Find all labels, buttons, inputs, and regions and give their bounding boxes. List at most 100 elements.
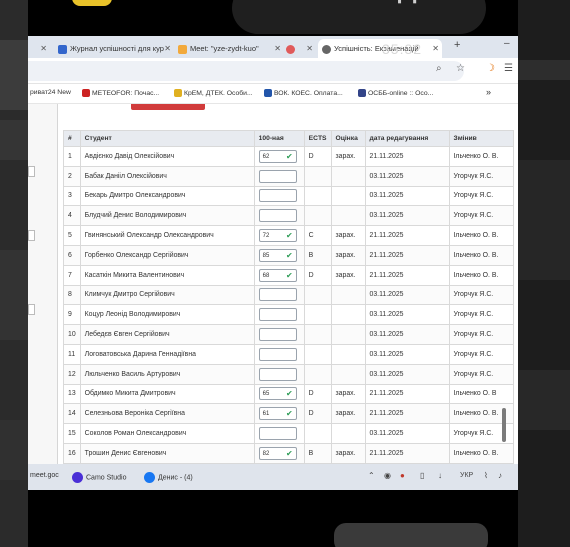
- score-cell[interactable]: [253, 363, 305, 385]
- student-name[interactable]: Соколов Роман Олександрович: [79, 423, 255, 444]
- tray-app-red-icon[interactable]: ●: [400, 471, 405, 480]
- student-name[interactable]: Лебедєв Євген Сергійович: [79, 324, 255, 345]
- tab-meet[interactable]: Meet: "yze-zydt-kuo" ✕: [178, 39, 284, 58]
- tab-grades[interactable]: Успішність: Екзаменацій ✕: [318, 39, 442, 58]
- col-ects[interactable]: ECTS: [303, 130, 332, 147]
- bookmark-osbb[interactable]: ОСББ-online :: Осо...: [358, 89, 433, 97]
- close-icon[interactable]: ✕: [306, 39, 313, 58]
- stop-icon[interactable]: ■: [432, 0, 458, 4]
- minimize-button[interactable]: –: [504, 38, 510, 49]
- score-cell[interactable]: 65 ✔: [253, 383, 305, 405]
- bottom-card[interactable]: [334, 523, 488, 547]
- score-input[interactable]: 72 ✔: [258, 229, 297, 243]
- student-name[interactable]: Трошин Денис Євгенович: [79, 442, 255, 464]
- score-input[interactable]: [258, 347, 297, 361]
- score-input[interactable]: 61 ✔: [258, 407, 297, 421]
- pause-icon[interactable]: ❙❙: [392, 0, 422, 4]
- col-score[interactable]: 100-ная: [253, 130, 305, 147]
- score-cell[interactable]: [253, 304, 305, 326]
- tab-previous[interactable]: ✕: [32, 39, 50, 58]
- score-input[interactable]: [258, 209, 297, 223]
- score-cell[interactable]: 82 ✔: [253, 442, 305, 464]
- score-input[interactable]: [258, 427, 297, 441]
- student-name[interactable]: Бабак Данііл Олексійович: [79, 165, 255, 187]
- score-cell[interactable]: 62 ✔: [253, 146, 305, 167]
- bookmark-privat[interactable]: риват24 New: [30, 89, 71, 96]
- wifi-icon[interactable]: ⌇: [484, 471, 488, 480]
- student-name[interactable]: Касаткін Микита Валентинович: [79, 264, 255, 286]
- score-cell[interactable]: [253, 205, 305, 227]
- bookmark-dtek[interactable]: КрЕМ, ДТЕК. Особи...: [174, 89, 253, 97]
- tray-app-icon[interactable]: ◉: [384, 471, 391, 480]
- tray-chevron-icon[interactable]: ⌃: [368, 471, 375, 480]
- more-bookmarks-icon[interactable]: »: [486, 87, 491, 97]
- score-input[interactable]: 85 ✔: [258, 248, 297, 262]
- close-icon[interactable]: ✕: [432, 39, 439, 58]
- score-cell[interactable]: 85 ✔: [253, 244, 305, 266]
- col-changed-by[interactable]: Змінив: [448, 130, 514, 147]
- score-input[interactable]: 65 ✔: [258, 387, 297, 401]
- score-cell[interactable]: [253, 423, 305, 444]
- tray-battery-icon[interactable]: ▯: [420, 471, 424, 480]
- score-input[interactable]: [258, 169, 297, 183]
- close-icon[interactable]: ✕: [274, 39, 281, 58]
- close-icon[interactable]: ✕: [164, 39, 171, 58]
- new-tab-button[interactable]: +: [454, 39, 460, 51]
- bookmark-koes[interactable]: ВОК. КОЕС. Оплата...: [264, 89, 343, 97]
- score-cell[interactable]: [253, 324, 305, 345]
- score-cell[interactable]: [253, 185, 305, 207]
- score-input[interactable]: [258, 308, 297, 322]
- person-icon[interactable]: ●: [336, 0, 362, 4]
- score-input[interactable]: [258, 288, 297, 302]
- score-input[interactable]: 82 ✔: [258, 446, 297, 460]
- score-cell[interactable]: 61 ✔: [253, 403, 305, 425]
- student-name[interactable]: Селезньова Вероніка Сергіївна: [79, 403, 255, 425]
- score-cell[interactable]: [253, 343, 305, 365]
- student-name[interactable]: Обдимко Микита Дмитрович: [79, 383, 255, 405]
- close-icon[interactable]: ✕: [40, 39, 47, 58]
- red-action-button[interactable]: [131, 104, 205, 110]
- taskbar-meet[interactable]: meet.goc: [30, 472, 59, 479]
- score-cell[interactable]: 72 ✔: [253, 225, 305, 246]
- student-name[interactable]: Коцур Леонід Володимирович: [79, 304, 255, 326]
- search-icon[interactable]: ⌕: [436, 63, 442, 74]
- tab-journal[interactable]: Журнал успішності для кур ✕: [58, 39, 174, 58]
- student-name[interactable]: Блудчий Денис Володимирович: [79, 205, 255, 227]
- score-input[interactable]: [258, 328, 297, 342]
- pen-icon[interactable]: ✎: [284, 0, 310, 4]
- student-name[interactable]: Логоватовська Дарина Геннадіївна: [79, 343, 255, 365]
- tray-mic-icon[interactable]: ↓: [438, 471, 442, 480]
- student-name[interactable]: Горбенко Олександр Сергійович: [79, 244, 255, 266]
- chevron-right-icon[interactable]: ›: [250, 0, 276, 4]
- col-student[interactable]: Студент: [79, 130, 255, 147]
- taskbar-camo[interactable]: Camo Studio: [72, 472, 126, 483]
- tab-recording[interactable]: ✕: [286, 39, 316, 58]
- extension-icon[interactable]: ☽: [486, 63, 495, 74]
- side-control[interactable]: [28, 304, 35, 315]
- language-indicator[interactable]: УКР: [460, 472, 473, 479]
- student-name[interactable]: Бекарь Дмитро Олександрович: [79, 185, 255, 207]
- url-field[interactable]: [28, 61, 464, 81]
- score-cell[interactable]: [253, 284, 305, 306]
- student-name[interactable]: Авдієнко Давід Олексійович: [79, 146, 255, 167]
- student-name[interactable]: Люльченко Василь Артурович: [79, 363, 255, 385]
- score-input[interactable]: [258, 189, 297, 203]
- volume-icon[interactable]: ♪: [498, 471, 502, 480]
- score-cell[interactable]: 68 ✔: [253, 264, 305, 286]
- bookmark-meteofor[interactable]: METEOFOR: Почас...: [82, 89, 159, 97]
- side-control[interactable]: [28, 230, 35, 241]
- side-control[interactable]: [28, 166, 35, 177]
- star-icon[interactable]: ☆: [456, 63, 465, 74]
- score-input[interactable]: [258, 367, 297, 381]
- scrollbar-thumb[interactable]: [502, 408, 506, 442]
- score-cell[interactable]: [253, 165, 305, 187]
- col-grade[interactable]: Оцінка: [330, 130, 366, 147]
- table-row: 8 Климчук Дмитро Сергійович 03.11.2025 Угор…: [63, 284, 514, 306]
- taskbar-messenger[interactable]: Денис - (4): [144, 472, 193, 483]
- student-name[interactable]: Гвинянський Олександр Олександрович: [79, 225, 255, 246]
- puzzle-icon[interactable]: ☰: [504, 63, 513, 74]
- col-date[interactable]: дата редагування: [364, 130, 450, 147]
- score-input[interactable]: 62 ✔: [258, 149, 297, 163]
- score-input[interactable]: 68 ✔: [258, 268, 297, 282]
- student-name[interactable]: Климчук Дмитро Сергійович: [79, 284, 255, 306]
